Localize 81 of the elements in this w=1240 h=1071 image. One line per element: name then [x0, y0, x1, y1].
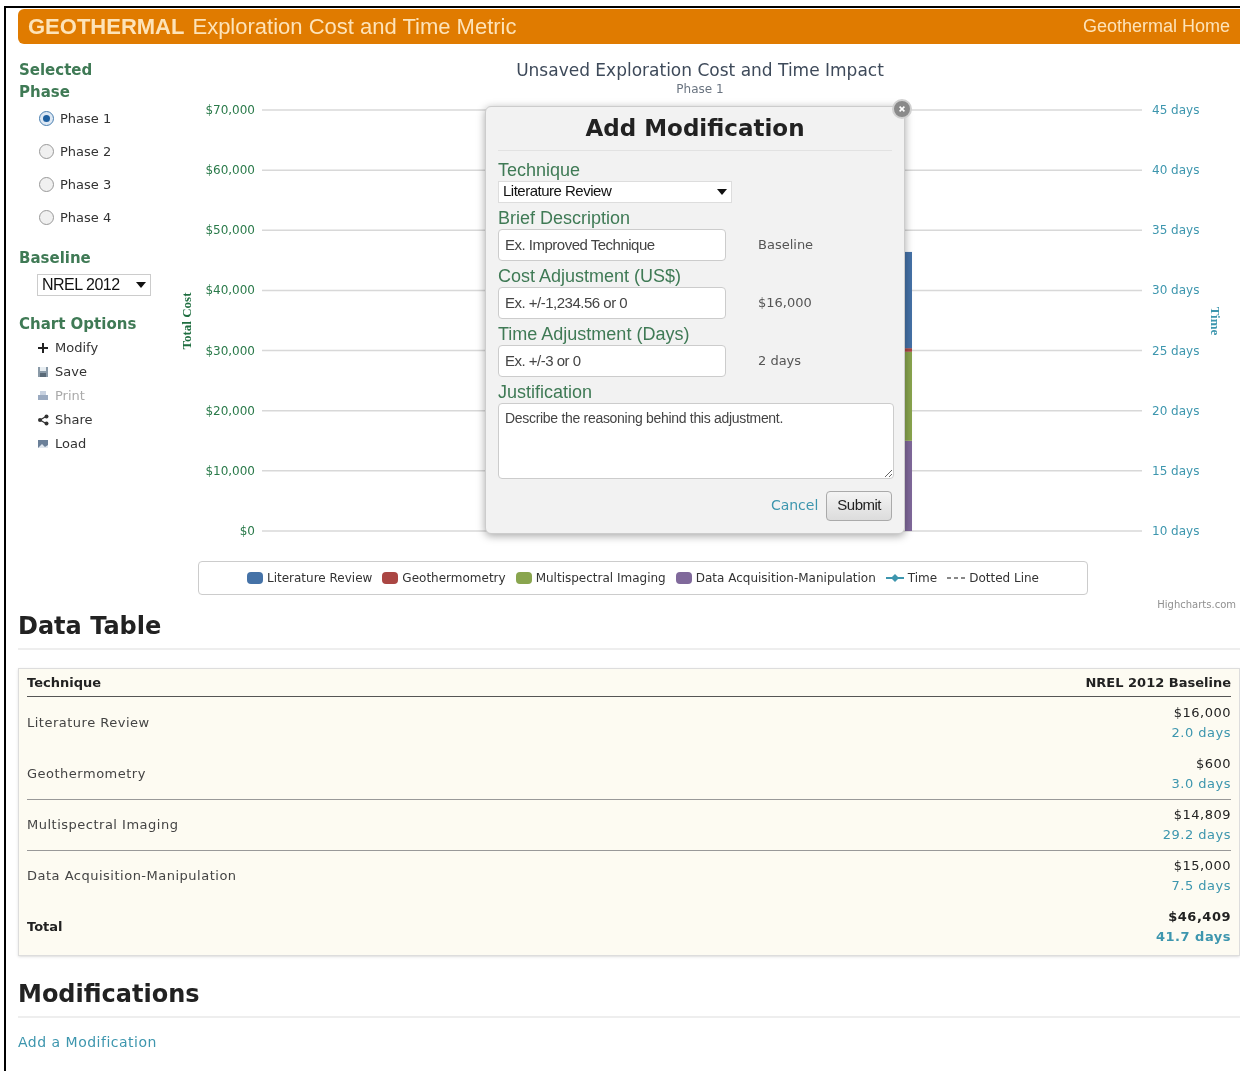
legend-label: Data Acquisition-Manipulation [695, 570, 876, 587]
time-value: 2.0 days [1171, 723, 1231, 742]
printer-icon [37, 390, 49, 402]
y-axis-label: 40 days [1152, 163, 1200, 178]
legend-label: Time [907, 570, 938, 587]
legend-label: Literature Review [266, 570, 373, 587]
chart-subtitle: Phase 1 [676, 82, 724, 96]
y-axis-label: $40,000 [205, 283, 255, 298]
baseline-select[interactable]: NREL 2012 [37, 273, 151, 296]
phase-radio[interactable]: Phase 4 [39, 206, 180, 229]
justification-textarea[interactable]: Describe the reasoning behind this adjustment. [498, 402, 894, 479]
chart-option-link[interactable]: Save [55, 362, 87, 382]
app-title: Exploration Cost and Time Metric [192, 13, 517, 41]
share-icon [37, 414, 49, 426]
y-axis-label: $70,000 [205, 103, 255, 117]
y-axis-label: $60,000 [205, 163, 255, 178]
chart-title: Unsaved Exploration Cost and Time Impact [516, 60, 884, 80]
field-label: Cost Adjustment (US$) [498, 264, 683, 287]
text-input[interactable]: Ex. +/-3 or 0 [498, 344, 726, 377]
y-axis-title: Total Cost [180, 292, 194, 350]
cost-value: $14,809 [1173, 806, 1231, 824]
picture-icon [37, 438, 49, 450]
table-cell-text: Total [27, 917, 63, 936]
phase-radio[interactable]: Phase 1 [39, 107, 180, 130]
table-cell-text: Multispectral Imaging [27, 816, 179, 835]
column-header: Technique [27, 673, 101, 692]
y-axis-label: $10,000 [205, 463, 255, 478]
section-heading: Baseline [19, 248, 92, 269]
y-axis-label: 45 days [1152, 103, 1200, 117]
baseline-note: $16,000 [758, 293, 812, 312]
dialog-title: Add Modification [498, 111, 892, 151]
baseline-note: 2 days [758, 351, 802, 370]
time-value: 41.7 days [1156, 927, 1231, 946]
y-axis-label: 30 days [1152, 283, 1200, 298]
field-label: Technique [498, 158, 582, 181]
legend-label: Multispectral Imaging [535, 570, 666, 587]
cost-value: $16,000 [1173, 703, 1231, 722]
field-label: Time Adjustment (Days) [498, 322, 691, 345]
table-cell-text: Geothermometry [27, 764, 146, 783]
chart-option-link[interactable]: Share [55, 410, 93, 430]
y-axis-label: 20 days [1152, 403, 1200, 418]
cost-value: $46,409 [1168, 907, 1231, 926]
y-axis-label: $0 [239, 524, 255, 538]
section-heading: Selected Phase [19, 60, 94, 103]
text-input[interactable]: Ex. +/-1,234.56 or 0 [498, 286, 726, 319]
chart-option-link[interactable]: Load [55, 434, 87, 454]
y-axis-label: 25 days [1152, 343, 1200, 358]
submit-button[interactable]: Submit [826, 490, 892, 521]
time-value: 3.0 days [1171, 774, 1231, 793]
field-label: Justification [498, 380, 594, 403]
column-header: NREL 2012 Baseline [1085, 673, 1231, 692]
chart-option-link[interactable]: Modify [55, 338, 99, 358]
table-cell-text: Data Acquisition-Manipulation [27, 867, 237, 886]
time-value: 29.2 days [1162, 826, 1231, 844]
cost-value: $600 [1195, 754, 1231, 773]
plus-icon [37, 342, 49, 354]
section-title: Modifications [18, 976, 1240, 1018]
brand-name: GEOTHERMAL [28, 13, 185, 41]
technique-select[interactable]: Literature Review [498, 180, 732, 203]
y-axis-label: 10 days [1152, 524, 1200, 538]
add-modification-link[interactable]: Add a Modification [18, 1032, 1240, 1053]
time-value: 7.5 days [1171, 877, 1231, 895]
y-axis-title: Time [1208, 306, 1223, 336]
phase-radio[interactable]: Phase 3 [39, 173, 180, 196]
dropdown-caret-icon [136, 281, 146, 288]
y-axis-label: 15 days [1152, 463, 1200, 478]
legend-label: Geothermometry [402, 570, 506, 587]
legend-label: Dotted Line [969, 570, 1039, 587]
y-axis-label: $50,000 [205, 223, 255, 238]
dropdown-caret-icon [717, 188, 727, 195]
field-label: Brief Description [498, 206, 632, 229]
y-axis-label: $20,000 [205, 403, 255, 418]
table-cell-text: Literature Review [27, 713, 150, 732]
y-axis-label: $30,000 [205, 343, 255, 358]
phase-radio[interactable]: Phase 2 [39, 140, 180, 163]
cost-value: $15,000 [1173, 857, 1231, 875]
text-input[interactable]: Ex. Improved Technique [498, 228, 726, 261]
section-heading: Chart Options [19, 313, 138, 335]
baseline-note: Baseline [758, 235, 814, 254]
close-icon[interactable] [892, 99, 912, 119]
y-axis-label: 35 days [1152, 223, 1200, 238]
